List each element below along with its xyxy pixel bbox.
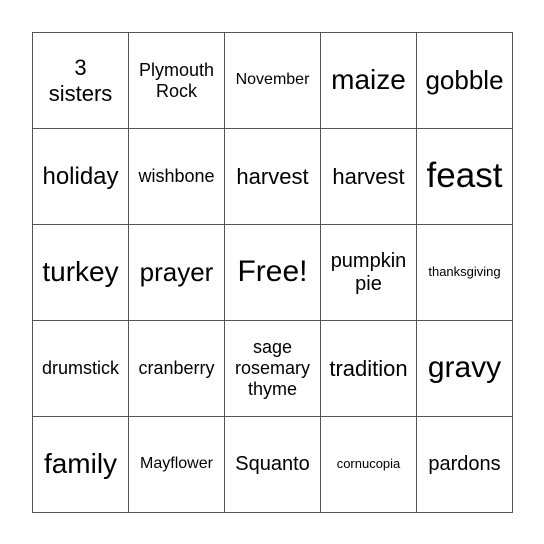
bingo-cell[interactable]: cornucopia (321, 417, 417, 513)
bingo-cell[interactable]: Plymouth Rock (129, 33, 225, 129)
bingo-cell[interactable]: drumstick (33, 321, 129, 417)
bingo-cell[interactable]: feast (417, 129, 513, 225)
bingo-cell[interactable]: harvest (225, 129, 321, 225)
bingo-cell[interactable]: holiday (33, 129, 129, 225)
bingo-cell[interactable]: sage rosemary thyme (225, 321, 321, 417)
bingo-cell[interactable]: family (33, 417, 129, 513)
bingo-card: 3 sisters Plymouth Rock November maize g… (32, 32, 513, 513)
bingo-cell[interactable]: Squanto (225, 417, 321, 513)
bingo-cell[interactable]: maize (321, 33, 417, 129)
free-space-cell[interactable]: Free! (225, 225, 321, 321)
bingo-cell[interactable]: Mayflower (129, 417, 225, 513)
bingo-cell[interactable]: gobble (417, 33, 513, 129)
bingo-cell[interactable]: wishbone (129, 129, 225, 225)
bingo-cell[interactable]: pardons (417, 417, 513, 513)
bingo-cell[interactable]: cranberry (129, 321, 225, 417)
bingo-cell[interactable]: tradition (321, 321, 417, 417)
bingo-cell[interactable]: prayer (129, 225, 225, 321)
bingo-cell[interactable]: harvest (321, 129, 417, 225)
bingo-cell[interactable]: 3 sisters (33, 33, 129, 129)
bingo-cell[interactable]: November (225, 33, 321, 129)
bingo-cell[interactable]: thanksgiving (417, 225, 513, 321)
bingo-cell[interactable]: pumpkin pie (321, 225, 417, 321)
bingo-cell[interactable]: gravy (417, 321, 513, 417)
bingo-cell[interactable]: turkey (33, 225, 129, 321)
